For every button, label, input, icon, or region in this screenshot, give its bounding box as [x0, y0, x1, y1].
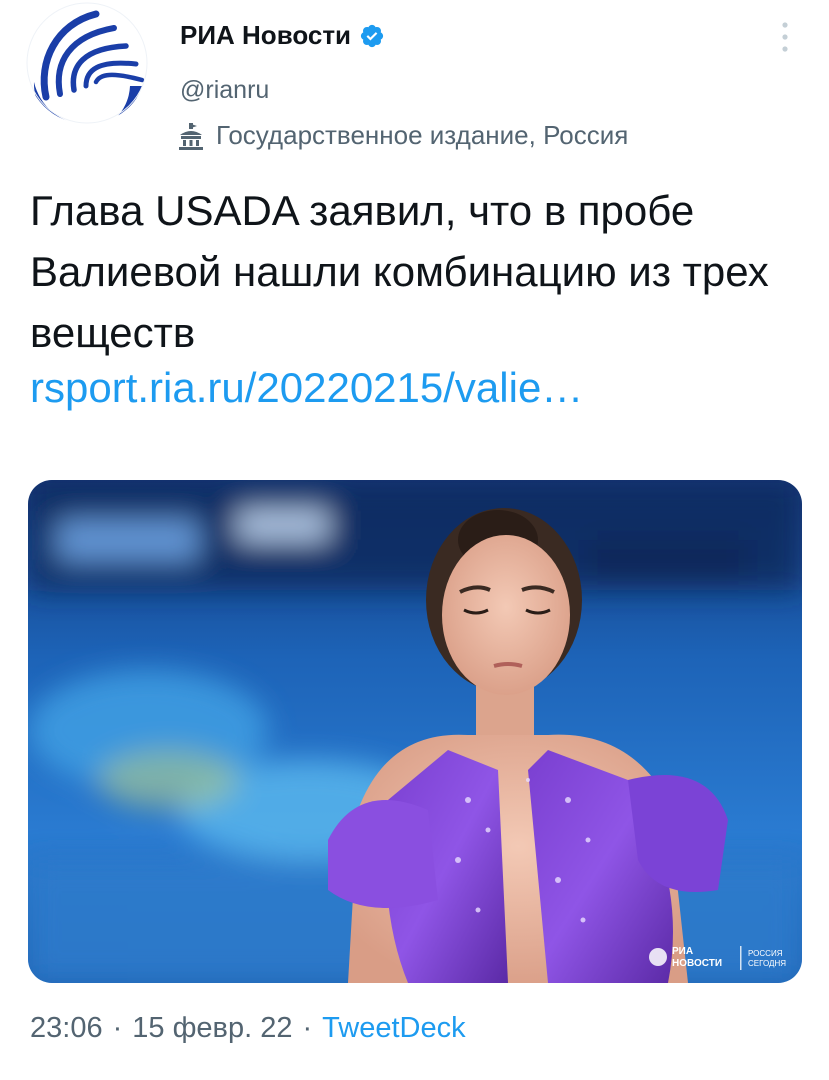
- watermark-segodnya: СЕГОДНЯ: [748, 959, 786, 968]
- ria-logo-icon: [26, 2, 148, 124]
- tweet-footer: 23:06 · 15 февр. 22 · TweetDeck: [30, 1012, 466, 1045]
- tweet-link[interactable]: rsport.ria.ru/20220215/valie…: [30, 364, 583, 412]
- account-name-row: РИА Новости: [180, 20, 385, 51]
- tweet-media-image[interactable]: РИА НОВОСТИ РОССИЯ СЕГОДНЯ: [28, 480, 802, 983]
- footer-separator: ·: [112, 1012, 123, 1044]
- tweet-source[interactable]: TweetDeck: [322, 1012, 465, 1045]
- watermark-novosti: НОВОСТИ: [672, 958, 722, 969]
- footer-separator: ·: [302, 1012, 313, 1044]
- verified-badge-icon: [360, 24, 384, 47]
- tweet-date[interactable]: 15 февр. 22: [132, 1012, 292, 1045]
- display-name[interactable]: РИА Новости: [180, 20, 351, 51]
- tweet-time[interactable]: 23:06: [30, 1012, 103, 1045]
- watermark-rossiya: РОССИЯ: [748, 949, 783, 958]
- more-options-icon[interactable]: [779, 20, 791, 54]
- watermark-ria: РИА: [672, 946, 693, 957]
- state-media-label-text: Государственное издание, Россия: [216, 120, 629, 150]
- state-media-label[interactable]: Государственное издание, Россия: [178, 120, 628, 151]
- government-building-icon: [179, 122, 203, 150]
- account-handle[interactable]: @rianru: [180, 76, 269, 105]
- avatar[interactable]: [26, 2, 148, 124]
- tweet-text: Глава USADA заявил, что в пробе Валиевой…: [30, 187, 769, 356]
